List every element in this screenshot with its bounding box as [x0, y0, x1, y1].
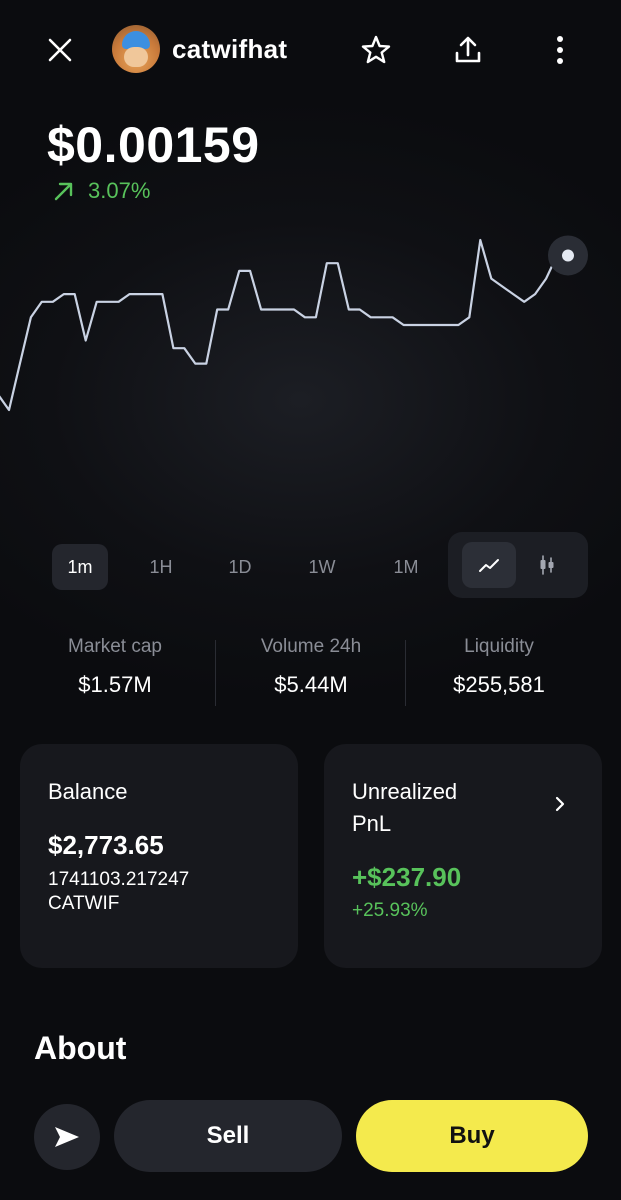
volume-stat: Volume 24h $5.44M — [216, 636, 406, 698]
unrealized-pnl-card[interactable]: Unrealized PnL +$237.90 +25.93% — [324, 744, 602, 968]
send-icon — [55, 1127, 79, 1147]
more-button[interactable] — [538, 28, 582, 72]
balance-title: Balance — [48, 779, 128, 804]
chevron-right-icon — [555, 796, 565, 812]
sell-button[interactable]: Sell — [114, 1100, 342, 1172]
last-price-point — [562, 249, 574, 262]
more-vertical-icon — [557, 36, 563, 64]
send-button[interactable] — [34, 1104, 100, 1170]
market-cap-stat: Market cap $1.57M — [20, 636, 210, 698]
line-chart-icon — [479, 559, 499, 572]
chart-mode-toggle — [448, 532, 588, 598]
trade-actions: Sell Buy — [0, 1100, 621, 1174]
range-1m-button[interactable]: 1m — [52, 544, 108, 590]
liquidity-label: Liquidity — [464, 636, 534, 657]
star-icon — [361, 35, 391, 64]
price-chart[interactable] — [0, 220, 621, 520]
liquidity-stat: Liquidity $255,581 — [404, 636, 594, 698]
timeframe-selector: 1m 1H 1D 1W 1M — [52, 532, 588, 598]
range-1D-button[interactable]: 1D — [212, 544, 268, 590]
price-change: 3.07% — [52, 178, 150, 204]
balance-token-symbol: CATWIF — [48, 893, 120, 914]
volume-value: $5.44M — [274, 672, 348, 697]
price-series-line — [0, 238, 568, 412]
arrow-up-right-icon — [54, 182, 73, 201]
balance-amount: $2,773.65 — [48, 830, 164, 860]
range-1W-button[interactable]: 1W — [294, 544, 350, 590]
share-icon — [455, 36, 481, 63]
pnl-title: Unrealized PnL — [352, 779, 458, 836]
market-stats: Market cap $1.57M Volume 24h $5.44M Liqu… — [20, 636, 600, 706]
token-name: catwifhat — [172, 34, 288, 64]
token-avatar — [112, 25, 160, 73]
line-mode-button[interactable] — [462, 542, 516, 588]
token-price: $0.00159 — [47, 117, 260, 173]
pnl-amount: +$237.90 — [352, 862, 462, 892]
favorite-button[interactable] — [354, 28, 398, 72]
cat-face-shape — [124, 47, 148, 67]
top-bar: catwifhat — [0, 18, 621, 82]
token-detail-screen: catwifhat $0.00159 3.07% 1m 1H 1D 1W 1M … — [0, 0, 621, 1200]
price-change-percent: 3.07% — [88, 178, 151, 203]
candle-mode-button[interactable] — [520, 542, 574, 588]
close-button[interactable] — [38, 28, 82, 72]
pnl-percent: +25.93% — [352, 900, 428, 921]
market-cap-value: $1.57M — [78, 672, 152, 697]
volume-label: Volume 24h — [260, 636, 362, 657]
buy-button[interactable]: Buy — [356, 1100, 588, 1172]
range-1M-button[interactable]: 1M — [378, 544, 434, 590]
close-icon — [48, 38, 72, 62]
share-button[interactable] — [446, 28, 490, 72]
balance-token-amount: 1741103.217247 — [48, 869, 190, 890]
market-cap-label: Market cap — [68, 636, 162, 657]
balance-card[interactable]: Balance $2,773.65 1741103.217247 CATWIF — [20, 744, 298, 968]
liquidity-value: $255,581 — [453, 672, 545, 697]
about-heading: About — [34, 1030, 127, 1066]
balance-quantity: 1741103.217247 CATWIF — [48, 868, 189, 916]
range-1H-button[interactable]: 1H — [133, 544, 189, 590]
candlestick-chart-icon — [540, 555, 554, 575]
